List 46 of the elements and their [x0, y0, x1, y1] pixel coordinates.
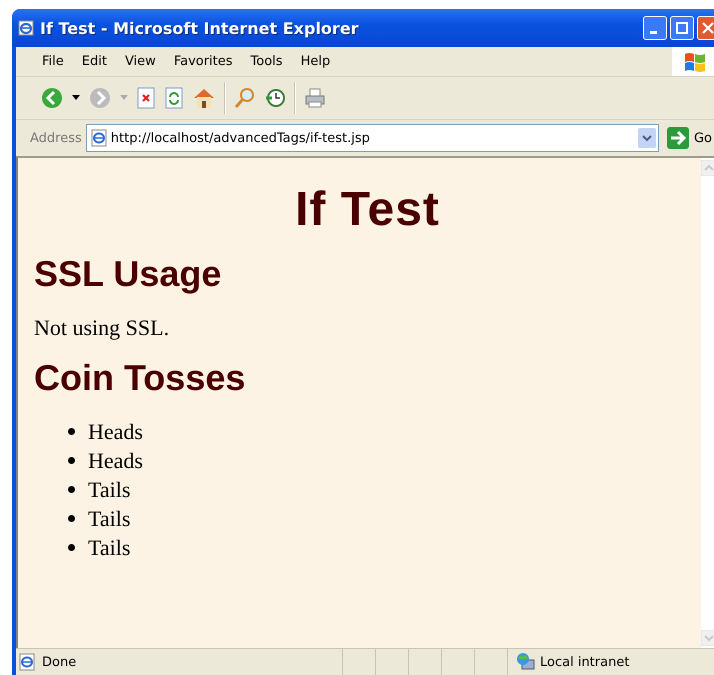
refresh-icon[interactable] — [164, 87, 184, 109]
maximize-icon — [676, 22, 688, 34]
close-button[interactable] — [697, 16, 714, 40]
list-item: Tails — [88, 534, 130, 562]
zone-label: Local intranet — [540, 654, 630, 670]
address-label: Address — [30, 130, 82, 146]
list-item: Tails — [88, 476, 130, 504]
minimize-button[interactable] — [643, 16, 667, 40]
search-icon[interactable] — [234, 87, 256, 109]
browser-icon — [18, 20, 34, 36]
close-icon — [702, 22, 714, 34]
menu-item[interactable]: File — [34, 52, 72, 71]
list-item: Heads — [88, 447, 143, 475]
menu-item[interactable]: View — [116, 52, 164, 71]
page-icon — [90, 129, 108, 147]
page-title: If Test — [294, 182, 441, 237]
status-text: Done — [42, 654, 76, 670]
window-title: If Test - Microsoft Internet Explorer — [40, 18, 360, 38]
paragraph: Not using SSL. — [34, 315, 170, 341]
list-item: Tails — [88, 505, 130, 533]
go-button[interactable]: Go — [662, 127, 714, 149]
flag-logo-icon — [683, 50, 707, 72]
minimize-icon — [650, 30, 656, 34]
stop-icon[interactable] — [136, 87, 156, 109]
bullet-icon — [68, 486, 75, 493]
back-icon[interactable] — [40, 86, 64, 110]
address-field[interactable]: http://localhost/advancedTags/if-test.jsp — [86, 124, 659, 152]
menu-item[interactable]: Edit — [74, 52, 115, 71]
bullet-icon — [68, 457, 75, 464]
menu-item[interactable]: Favorites — [166, 52, 241, 71]
menu-item[interactable]: Tools — [242, 52, 291, 71]
section-heading: SSL Usage — [34, 253, 222, 295]
printer-icon[interactable] — [304, 87, 326, 109]
home-icon[interactable] — [192, 87, 216, 109]
bullet-icon — [68, 428, 75, 435]
maximize-button[interactable] — [670, 16, 694, 40]
network-globe-icon — [516, 652, 536, 672]
history-icon[interactable] — [264, 87, 286, 109]
browser-icon — [18, 653, 36, 671]
bullet-icon — [68, 515, 75, 522]
dropdown-caret-icon[interactable] — [72, 95, 80, 101]
bullet-icon — [68, 544, 75, 551]
list-item: Heads — [88, 418, 143, 446]
dropdown-caret-icon — [120, 95, 128, 101]
section-heading: Coin Tosses — [34, 357, 246, 399]
menu-item[interactable]: Help — [292, 52, 338, 71]
